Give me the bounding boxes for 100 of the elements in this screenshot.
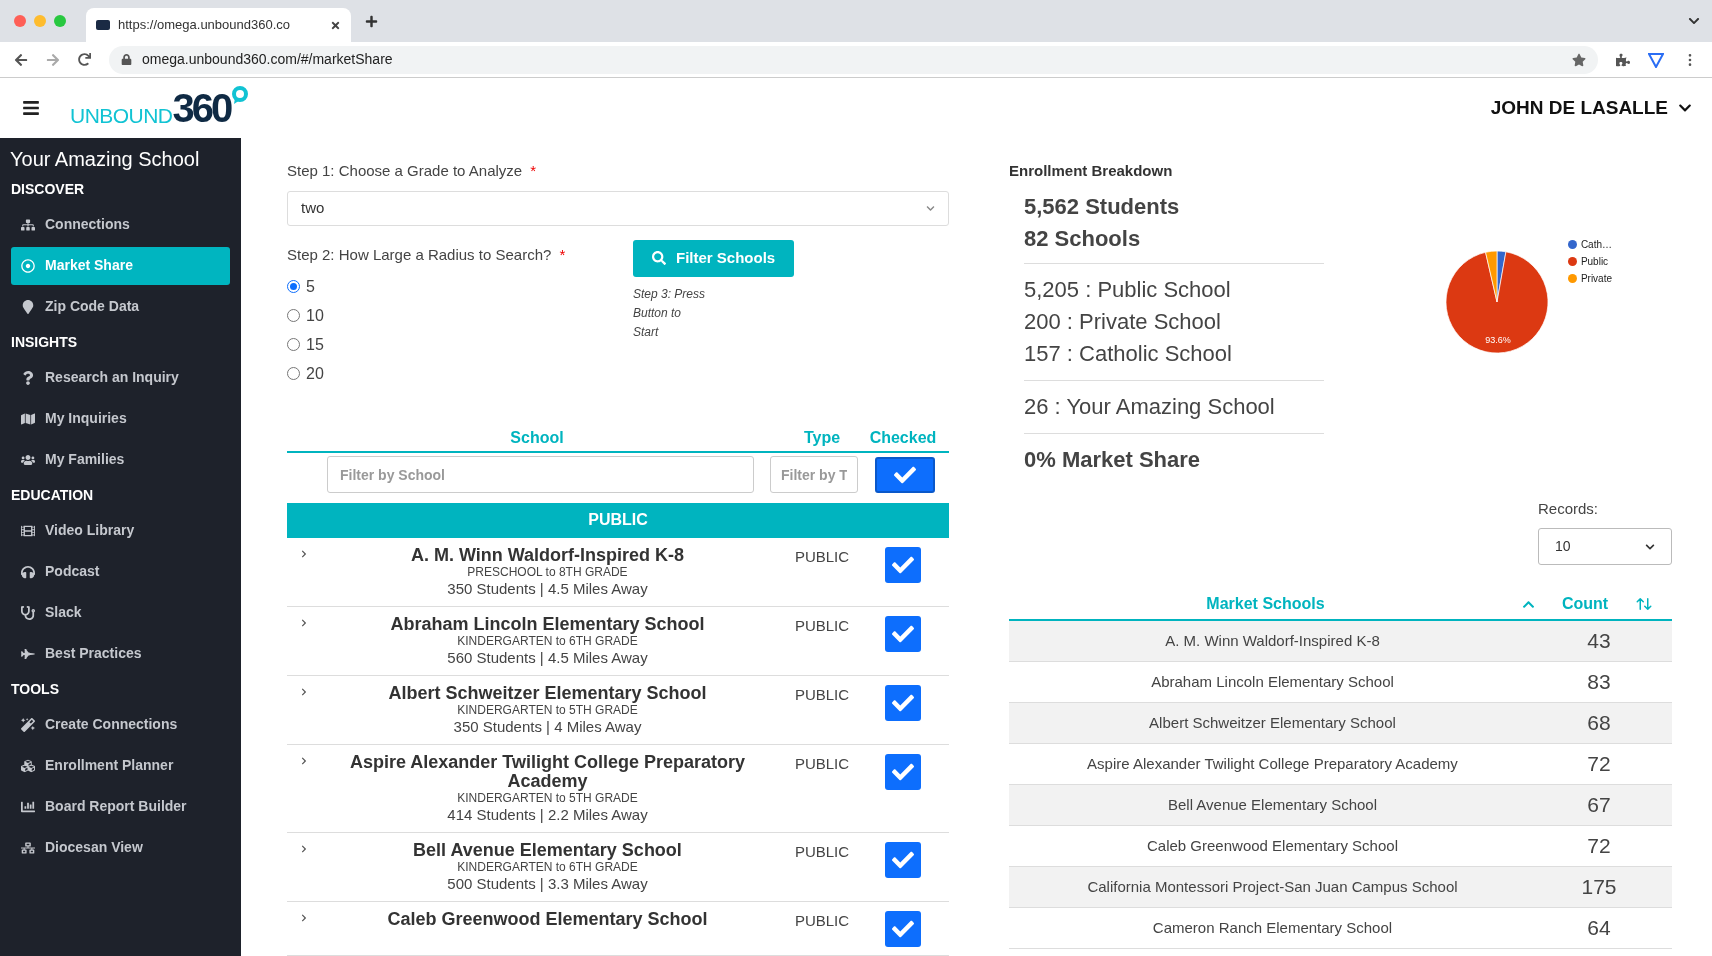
checkbox[interactable] bbox=[885, 911, 921, 947]
school-name: Aspire Alexander Twilight College Preparatory Academy bbox=[348, 753, 747, 791]
section-heading: EDUCATION bbox=[10, 485, 95, 505]
browser-tab[interactable]: https://omega.unbound360.co bbox=[86, 8, 351, 42]
extensions-icon[interactable] bbox=[1616, 52, 1630, 67]
headphones-icon bbox=[21, 564, 35, 579]
school-name: Albert Schweitzer Elementary School bbox=[387, 684, 708, 703]
nav-item[interactable]: Video Library bbox=[11, 511, 230, 550]
school-details: 560 Students | 4.5 Miles Away bbox=[447, 649, 648, 667]
checkbox[interactable] bbox=[885, 842, 921, 878]
field-label: Step 2: How Large a Radius to Search? * bbox=[287, 244, 567, 265]
school-type: PUBLIC bbox=[793, 754, 851, 774]
records-label: Records: bbox=[1538, 498, 1600, 519]
menu-icon[interactable] bbox=[22, 99, 40, 117]
nav-item[interactable]: My Inquiries bbox=[11, 399, 230, 438]
records-select[interactable]: 10 bbox=[1538, 528, 1672, 565]
bar-chart-icon bbox=[21, 799, 35, 814]
nav-item[interactable]: Connections bbox=[11, 205, 230, 244]
grade-range: KINDERGARTEN to 5TH GRADE bbox=[457, 703, 638, 718]
legend-label: Cath… bbox=[1580, 237, 1612, 252]
logo[interactable]: UNBOUND360 bbox=[70, 88, 249, 128]
close-window-icon[interactable] bbox=[14, 15, 26, 27]
new-tab-icon[interactable] bbox=[365, 14, 378, 28]
hierarchy-icon bbox=[21, 840, 35, 855]
film-icon bbox=[21, 523, 35, 538]
radio-label: 15 bbox=[306, 334, 324, 355]
checkbox[interactable] bbox=[885, 685, 921, 721]
table-cell-text: 64 bbox=[1586, 915, 1612, 942]
section-heading: TOOLS bbox=[10, 679, 60, 699]
check-icon bbox=[892, 554, 914, 576]
expand-icon[interactable] bbox=[300, 845, 308, 853]
sort-icon[interactable] bbox=[1635, 595, 1653, 613]
caret-icon bbox=[926, 203, 935, 213]
table-cell-text: Cameron Ranch Elementary School bbox=[1151, 917, 1394, 938]
nav-item[interactable]: My Families bbox=[11, 440, 230, 479]
grade-range: KINDERGARTEN to 6TH GRADE bbox=[457, 634, 638, 649]
market-share: 0% Market Share bbox=[1024, 445, 1202, 474]
school-name: A. M. Winn Waldorf-Inspired K-8 bbox=[409, 546, 686, 565]
own-school-count: 26 : Your Amazing School bbox=[1024, 380, 1324, 434]
nav-item[interactable]: Diocesan View bbox=[11, 828, 230, 867]
address-field[interactable]: omega.unbound360.com/#/marketShare bbox=[109, 45, 1598, 74]
section-heading: INSIGHTS bbox=[10, 332, 79, 352]
radio-button[interactable] bbox=[287, 367, 300, 381]
nav-item[interactable]: Podcast bbox=[11, 552, 230, 591]
radio-button[interactable] bbox=[287, 309, 300, 323]
checkbox[interactable] bbox=[875, 456, 935, 493]
expand-icon[interactable] bbox=[300, 757, 308, 765]
expand-icon[interactable] bbox=[300, 619, 308, 627]
grade-select[interactable]: two bbox=[287, 190, 949, 226]
breakdown-line: 157 : Catholic School bbox=[1024, 339, 1233, 368]
radio-button[interactable] bbox=[287, 280, 300, 294]
back-icon[interactable] bbox=[14, 52, 28, 67]
sitemap-icon bbox=[21, 217, 35, 232]
nav-item[interactable]: Create Connections bbox=[11, 705, 230, 744]
map-icon bbox=[21, 411, 35, 426]
table-cell-text: 72 bbox=[1586, 751, 1612, 778]
table-cell-text: Abraham Lincoln Elementary School bbox=[1150, 671, 1395, 692]
legend-label: Private bbox=[1580, 271, 1612, 286]
school-name: Your Amazing School bbox=[9, 147, 201, 172]
close-icon[interactable] bbox=[330, 19, 341, 31]
grade-range: PRESCHOOL to 8TH GRADE bbox=[467, 565, 628, 580]
nav-item[interactable]: Best Practices bbox=[11, 634, 230, 673]
school-filter-field[interactable]: Filter by School bbox=[327, 456, 754, 494]
target-icon bbox=[21, 258, 35, 273]
check-icon bbox=[892, 623, 914, 645]
user-menu[interactable]: JOHN DE LASALLE bbox=[1490, 93, 1692, 123]
check-icon bbox=[892, 761, 914, 783]
checkbox[interactable] bbox=[885, 616, 921, 652]
table-cell-text: 72 bbox=[1586, 833, 1612, 860]
table-cell-text: 67 bbox=[1586, 792, 1612, 819]
tab-menu-icon[interactable] bbox=[1688, 15, 1700, 27]
checkbox[interactable] bbox=[885, 547, 921, 583]
section-title: Enrollment Breakdown bbox=[1009, 161, 1174, 181]
school-type: PUBLIC bbox=[793, 911, 851, 931]
reload-icon[interactable] bbox=[78, 53, 91, 66]
table-cell-text: 175 bbox=[1580, 874, 1618, 901]
expand-icon[interactable] bbox=[300, 914, 308, 922]
nav-item[interactable]: Board Report Builder bbox=[11, 787, 230, 826]
nav-item[interactable]: Zip Code Data bbox=[11, 287, 230, 326]
magic-wand-icon bbox=[21, 717, 35, 732]
school-name: Caleb Greenwood Elementary School bbox=[386, 910, 709, 929]
type-filter-field[interactable]: Filter by T bbox=[770, 456, 858, 494]
check-icon bbox=[892, 849, 914, 871]
school-details: 350 Students | 4.5 Miles Away bbox=[447, 580, 648, 598]
url-text: omega.unbound360.com/#/marketShare bbox=[142, 50, 394, 69]
school-type: PUBLIC bbox=[793, 685, 851, 705]
expand-icon[interactable] bbox=[300, 550, 308, 558]
table-cell-text: Caleb Greenwood Elementary School bbox=[1146, 835, 1399, 856]
question-icon bbox=[21, 370, 35, 385]
bookmark-star-icon[interactable] bbox=[1572, 52, 1586, 67]
nav-item[interactable]: Research an Inquiry bbox=[11, 358, 230, 397]
nav-item[interactable]: Slack bbox=[11, 593, 230, 632]
cubes-icon bbox=[21, 758, 35, 773]
expand-icon[interactable] bbox=[300, 688, 308, 696]
nav-item[interactable]: Enrollment Planner bbox=[11, 746, 230, 785]
checkbox[interactable] bbox=[885, 754, 921, 790]
radio-button[interactable] bbox=[287, 338, 300, 352]
table-cell-text: Aspire Alexander Twilight College Preparatory Academy bbox=[1086, 753, 1459, 774]
school-total: 82 Schools bbox=[1024, 224, 1142, 253]
check-icon bbox=[892, 918, 914, 940]
